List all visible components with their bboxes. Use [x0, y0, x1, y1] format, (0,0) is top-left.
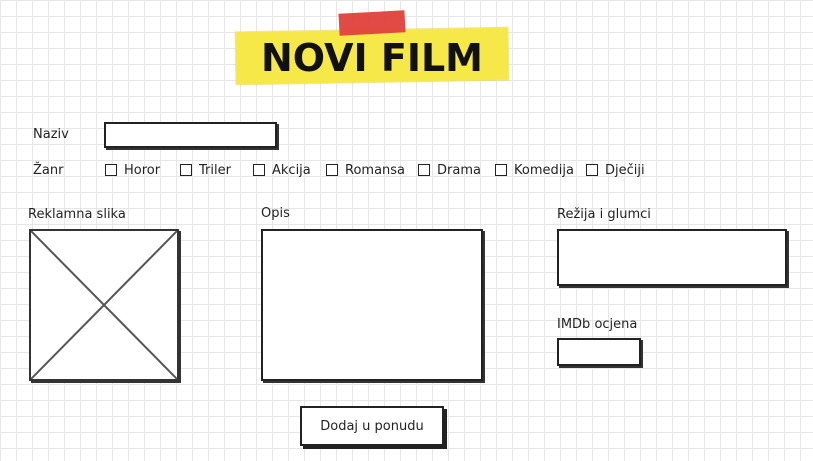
genre-label: Horor — [124, 162, 161, 178]
naziv-input[interactable] — [104, 122, 277, 148]
genre-label: Dječiji — [605, 162, 645, 178]
imdb-input[interactable] — [557, 338, 641, 366]
imdb-label: IMDb ocjena — [557, 317, 638, 332]
page-title: NOVI FILM — [261, 36, 483, 80]
genre-checkbox-akcija[interactable]: Akcija — [253, 162, 311, 178]
genre-checkbox-drama[interactable]: Drama — [418, 162, 481, 178]
genre-label: Komedija — [514, 162, 574, 178]
genre-label: Drama — [437, 162, 481, 178]
genre-checkbox-horor[interactable]: Horor — [105, 162, 160, 178]
tape-decoration — [338, 10, 406, 36]
reklamna-slika-label: Reklamna slika — [28, 207, 126, 222]
checkbox-icon[interactable] — [418, 164, 430, 176]
checkbox-icon[interactable] — [586, 164, 598, 176]
checkbox-icon[interactable] — [326, 164, 338, 176]
checkbox-icon[interactable] — [495, 164, 507, 176]
naziv-label: Naziv — [33, 127, 69, 142]
zanr-label: Žanr — [33, 163, 64, 178]
genre-checkbox-komedija[interactable]: Komedija — [495, 162, 574, 178]
opis-label: Opis — [261, 206, 290, 221]
genre-label: Triler — [199, 162, 231, 178]
genre-label: Akcija — [272, 162, 311, 178]
image-placeholder[interactable] — [29, 229, 179, 381]
checkbox-icon[interactable] — [253, 164, 265, 176]
genre-checkbox-triler[interactable]: Triler — [180, 162, 231, 178]
dodaj-u-ponudu-button[interactable]: Dodaj u ponudu — [300, 406, 444, 446]
rezija-textarea[interactable] — [557, 229, 787, 286]
checkbox-icon[interactable] — [180, 164, 192, 176]
opis-textarea[interactable] — [261, 229, 483, 381]
genre-checkbox-djeciji[interactable]: Dječiji — [586, 162, 645, 178]
checkbox-icon[interactable] — [105, 164, 117, 176]
genre-label: Romansa — [345, 162, 406, 178]
image-placeholder-icon — [31, 231, 177, 379]
genre-checkbox-romansa[interactable]: Romansa — [326, 162, 405, 178]
rezija-label: Režija i glumci — [557, 207, 651, 222]
